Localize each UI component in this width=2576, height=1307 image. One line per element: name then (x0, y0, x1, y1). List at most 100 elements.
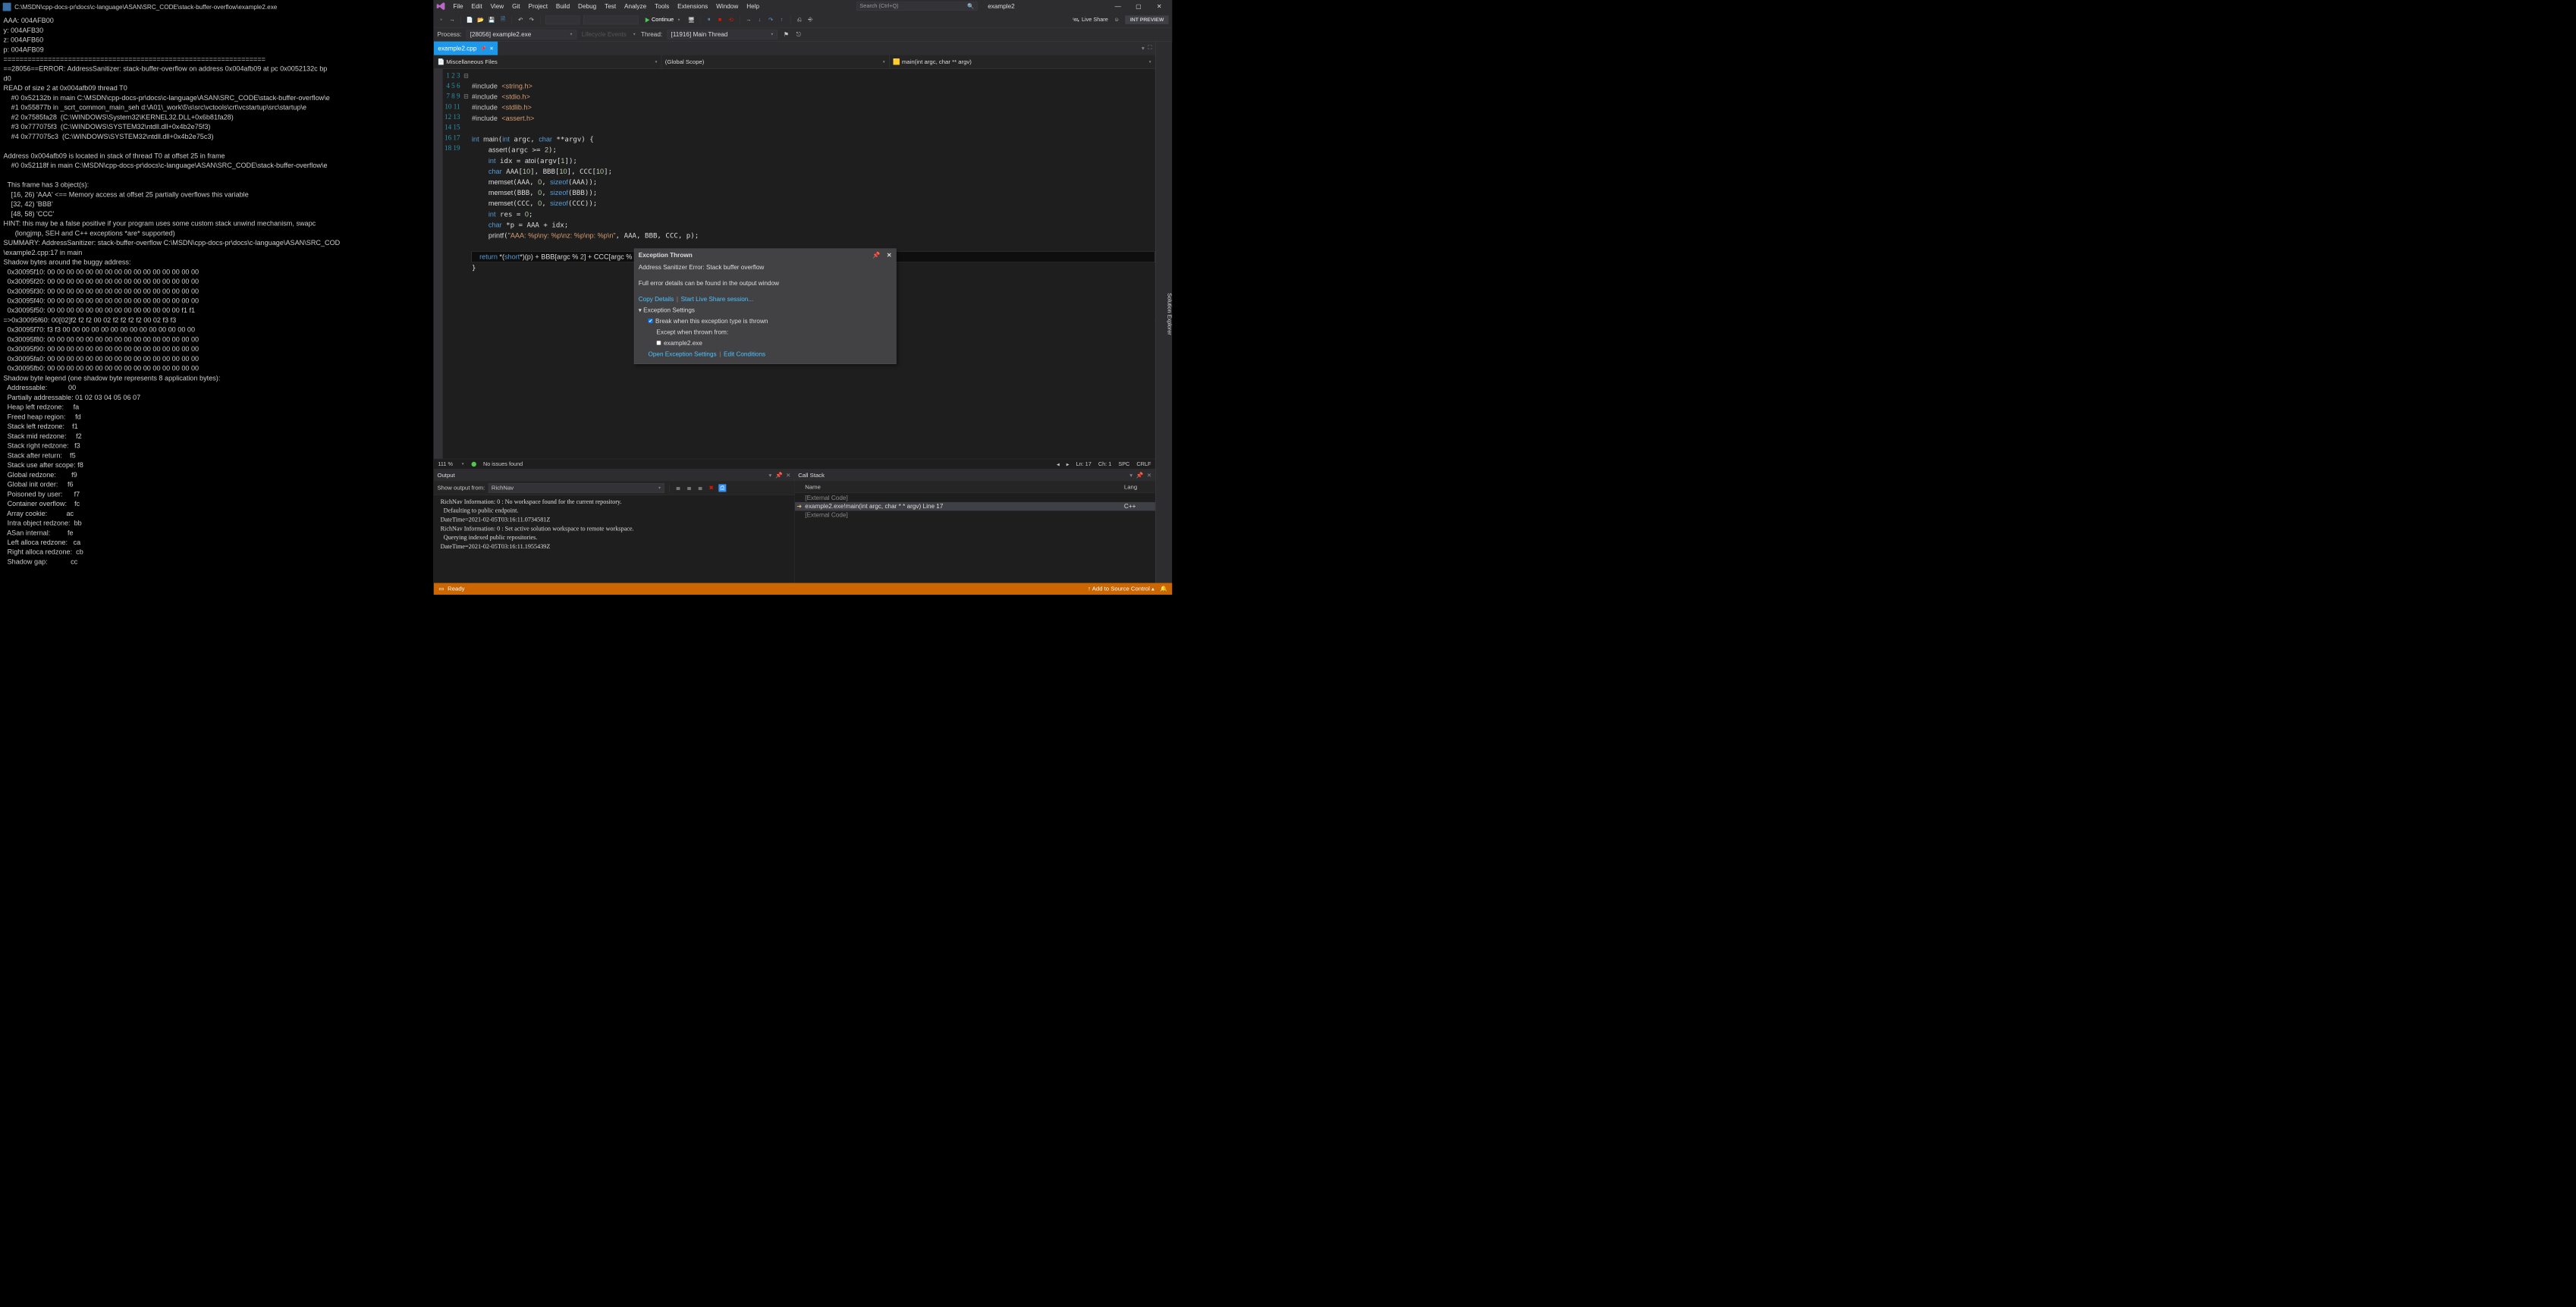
nav-scope1[interactable]: 📄 Miscellaneous Files▼ (434, 55, 661, 69)
console-output[interactable]: AAA: 004AFB00 y: 004AFB30 z: 004AFB60 p:… (0, 14, 433, 569)
pin-icon[interactable]: 📌 (480, 46, 486, 52)
start-liveshare-link[interactable]: Start Live Share session... (681, 295, 754, 302)
saveall-icon[interactable]: 🗎 (499, 16, 507, 24)
menu-edit[interactable]: Edit (467, 2, 486, 11)
out-icon-1[interactable]: ≣ (674, 484, 682, 492)
callstack-row[interactable]: [External Code] (795, 511, 1155, 519)
notifications-icon[interactable]: 🔔 (1160, 586, 1167, 592)
dbg-icon-2[interactable]: ⎋ (795, 30, 803, 38)
exception-title: Exception Thrown (639, 252, 693, 259)
status-ready-icon: ▭ (438, 586, 444, 592)
add-source-control[interactable]: ↑ Add to Source Control ▴ (1088, 586, 1154, 592)
liveshare-button[interactable]: 🛰 Live Share (1073, 17, 1108, 24)
exception-close-icon[interactable]: ✕ (887, 252, 892, 259)
menu-analyze[interactable]: Analyze (620, 2, 651, 11)
menu-debug[interactable]: Debug (574, 2, 601, 11)
output-pane: Output ▾📌✕ Show output from: RichNav▼ ≣ … (434, 470, 795, 583)
new-icon[interactable]: 📄 (466, 16, 473, 24)
nav-fwd-icon[interactable]: → (448, 16, 456, 24)
solution-explorer-tab[interactable]: Solution Explorer (1166, 293, 1172, 335)
cs-header-name[interactable]: Name (805, 483, 1124, 490)
menu-window[interactable]: Window (712, 2, 743, 11)
close-button[interactable]: ✕ (1154, 2, 1165, 11)
callstack-row[interactable]: [External Code] (795, 494, 1155, 502)
menu-view[interactable]: View (486, 2, 508, 11)
dbg-icon-1[interactable]: ⚑ (783, 30, 790, 38)
menu-test[interactable]: Test (601, 2, 620, 11)
open-icon[interactable]: 📂 (477, 16, 485, 24)
file-tab[interactable]: example2.cpp 📌 ✕ (434, 42, 498, 55)
exception-pin-icon[interactable]: 📌 (872, 252, 880, 259)
output-pin-icon[interactable]: 📌 (775, 472, 783, 479)
undo-icon[interactable]: ↶ (517, 16, 524, 24)
debug-target-icon[interactable]: 🖥 (687, 16, 695, 24)
thread-combo[interactable]: [11916] Main Thread▼ (668, 30, 778, 39)
menu-extensions[interactable]: Extensions (674, 2, 712, 11)
menu-build[interactable]: Build (551, 2, 573, 11)
nav-next-icon[interactable]: ▸ (1067, 460, 1070, 467)
maximize-button[interactable]: ▢ (1133, 2, 1144, 11)
open-exception-settings-link[interactable]: Open Exception Settings (648, 350, 716, 357)
stop-debug-icon[interactable]: ■ (716, 16, 724, 24)
break-checkbox[interactable] (648, 319, 652, 323)
out-icon-2[interactable]: ≣ (686, 484, 693, 492)
step-out-icon[interactable]: ↑ (778, 16, 786, 24)
cs-header-lang[interactable]: Lang (1124, 483, 1155, 490)
nav-bar: 📄 Miscellaneous Files▼ (Global Scope)▼ 🟨… (434, 55, 1155, 69)
save-icon[interactable]: 💾 (488, 16, 495, 24)
out-icon-3[interactable]: ≣ (696, 484, 704, 492)
feedback-icon[interactable]: ☺ (1113, 16, 1120, 24)
callstack-row[interactable]: ➜example2.exe!main(int argc, char * * ar… (795, 502, 1155, 511)
col-status: Ch: 1 (1098, 461, 1111, 467)
output-text[interactable]: RichNav Information: 0 : No workspace fo… (434, 495, 794, 583)
output-close-icon[interactable]: ✕ (786, 472, 790, 479)
menu-file[interactable]: File (449, 2, 467, 11)
tool-icon-b[interactable]: ⎆ (806, 16, 814, 24)
step-over-icon[interactable]: ↷ (767, 16, 774, 24)
config-combo[interactable] (545, 15, 580, 24)
tool-icon-a[interactable]: ⎌ (796, 16, 803, 24)
menu-git[interactable]: Git (508, 2, 524, 11)
process-combo[interactable]: [28056] example2.exe▼ (467, 30, 577, 39)
fullscreen-icon[interactable]: ⛶ (1148, 45, 1151, 52)
output-source-combo[interactable]: RichNav▼ (488, 483, 664, 493)
nav-back-icon[interactable]: ◦ (437, 16, 445, 24)
cs-dropdown-icon[interactable]: ▾ (1129, 472, 1132, 479)
show-next-icon[interactable]: → (745, 16, 752, 24)
line-numbers: 1 2 3 4 5 6 7 8 9 10 11 12 13 14 15 16 1… (443, 69, 463, 459)
redo-icon[interactable]: ↷ (528, 16, 536, 24)
vs-titlebar: FileEditViewGitProjectBuildDebugTestAnal… (434, 0, 1172, 12)
tab-close-icon[interactable]: ✕ (489, 46, 493, 52)
zoom-level[interactable]: 111 % (438, 461, 453, 467)
solution-dropdown-icon[interactable]: ▾ (1142, 45, 1145, 52)
exception-detail: Full error details can be found in the o… (639, 278, 892, 289)
menu-project[interactable]: Project (524, 2, 551, 11)
exe-checkbox[interactable] (656, 341, 661, 345)
platform-combo[interactable] (583, 15, 639, 24)
nav-scope3[interactable]: 🟨 main(int argc, char ** argv)▼ (890, 55, 1155, 69)
menu-tools[interactable]: Tools (651, 2, 674, 11)
cs-close-icon[interactable]: ✕ (1147, 472, 1151, 479)
fold-gutter[interactable]: ⊟ ⊟ (463, 69, 470, 459)
debug-toolbar: Process: [28056] example2.exe▼ Lifecycle… (434, 27, 1172, 41)
out-icon-5[interactable]: ⎙ (718, 484, 726, 492)
restart-icon[interactable]: ⟲ (727, 16, 735, 24)
chevron-down-icon[interactable]: ▾ (639, 306, 642, 313)
continue-button[interactable]: Continue▼ (642, 16, 683, 24)
nav-scope2[interactable]: (Global Scope)▼ (661, 55, 889, 69)
code-editor[interactable]: 1 2 3 4 5 6 7 8 9 10 11 12 13 14 15 16 1… (434, 69, 1155, 459)
output-dropdown-icon[interactable]: ▾ (769, 472, 772, 479)
nav-prev-icon[interactable]: ◂ (1057, 460, 1060, 467)
console-titlebar[interactable]: C:\MSDN\cpp-docs-pr\docs\c-language\ASAN… (0, 0, 433, 14)
copy-details-link[interactable]: Copy Details (639, 295, 674, 302)
step-into-icon[interactable]: ↓ (756, 16, 763, 24)
edit-conditions-link[interactable]: Edit Conditions (724, 350, 765, 357)
out-icon-4[interactable]: ✖ (708, 484, 715, 492)
minimize-button[interactable]: — (1113, 2, 1123, 11)
cs-pin-icon[interactable]: 📌 (1136, 472, 1144, 479)
menu-help[interactable]: Help (743, 2, 764, 11)
intpreview-badge: INT PREVIEW (1126, 15, 1169, 24)
break-all-icon[interactable]: ⏸ (705, 16, 713, 24)
search-input[interactable]: Search (Ctrl+Q) 🔍 (856, 2, 977, 11)
status-ok-icon (471, 462, 476, 467)
